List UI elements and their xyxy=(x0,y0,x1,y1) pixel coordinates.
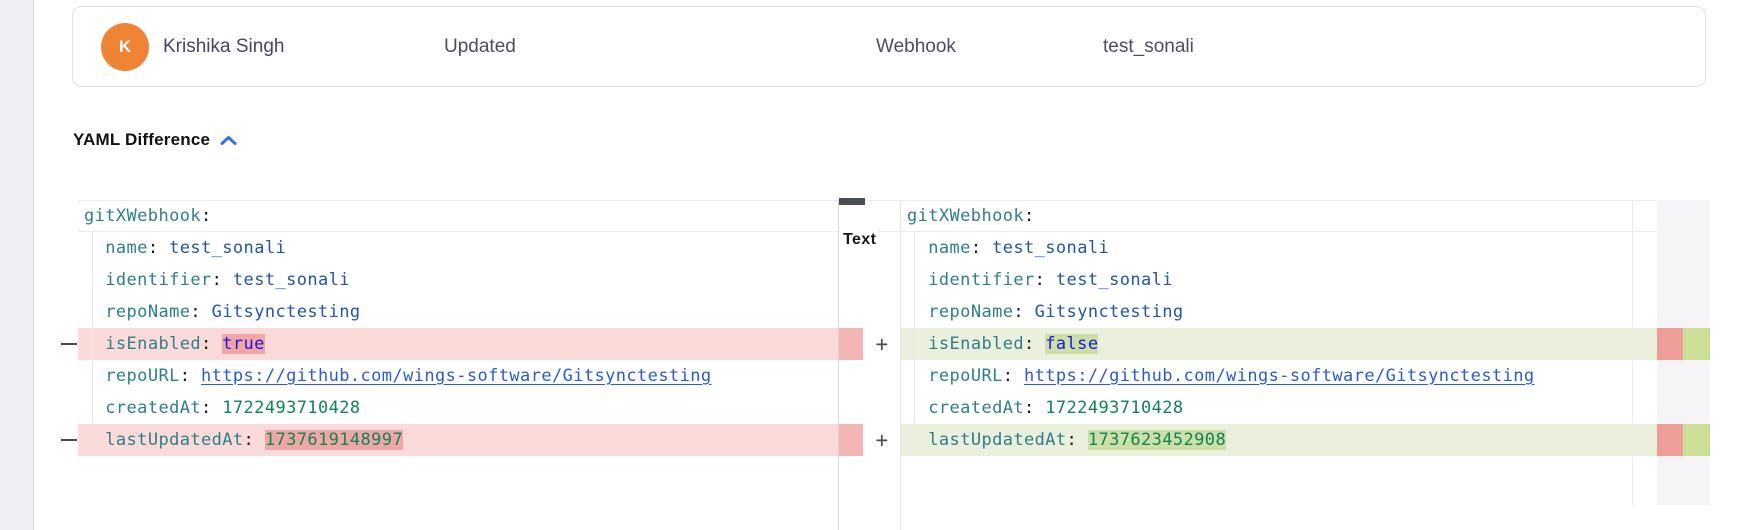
yaml-key: repoURL xyxy=(105,366,179,386)
yaml-colon: : xyxy=(148,238,159,258)
yaml-colon: : xyxy=(244,430,255,450)
yaml-key: gitXWebhook xyxy=(84,206,201,226)
removed-line-marker xyxy=(61,343,77,345)
yaml-key: name xyxy=(105,238,148,258)
yaml-colon: : xyxy=(1003,366,1014,386)
code-line: createdAt: 1722493710428 xyxy=(78,392,838,424)
code-line: gitXWebhook: xyxy=(78,200,838,232)
yaml-colon: : xyxy=(1035,270,1046,290)
audit-resource-type: Webhook xyxy=(876,7,956,86)
audit-resource-name: test_sonali xyxy=(1103,7,1194,86)
yaml-colon: : xyxy=(201,398,212,418)
code-line: repoURL: https://github.com/wings-softwa… xyxy=(901,360,1657,392)
chevron-up-icon[interactable] xyxy=(220,135,237,146)
code-line: repoURL: https://github.com/wings-softwa… xyxy=(78,360,838,392)
yaml-colon: : xyxy=(971,238,982,258)
yaml-value: test_sonali xyxy=(1056,270,1173,290)
code-line: identifier: test_sonali xyxy=(901,264,1657,296)
yaml-colon: : xyxy=(201,334,212,354)
diff-mode-label[interactable]: Text xyxy=(841,230,878,250)
code-line: name: test_sonali xyxy=(78,232,838,264)
yaml-key: identifier xyxy=(928,270,1034,290)
code-line: gitXWebhook: xyxy=(901,200,1657,232)
removed-line-marker xyxy=(61,439,77,441)
yaml-key: identifier xyxy=(105,270,211,290)
indent-guide xyxy=(92,232,93,424)
yaml-key: createdAt xyxy=(928,398,1024,418)
yaml-value: 1722493710428 xyxy=(1045,398,1183,418)
yaml-key: lastUpdatedAt xyxy=(928,430,1066,450)
audit-action: Updated xyxy=(444,7,516,86)
yaml-value: 1737623452908 xyxy=(1088,430,1226,450)
yaml-value: test_sonali xyxy=(992,238,1109,258)
yaml-value: Gitsynctesting xyxy=(1035,302,1184,322)
yaml-value: test_sonali xyxy=(233,270,350,290)
audit-user-name: Krishika Singh xyxy=(163,7,284,86)
yaml-value-link[interactable]: https://github.com/wings-software/Gitsyn… xyxy=(1024,366,1534,386)
yaml-value-link[interactable]: https://github.com/wings-software/Gitsyn… xyxy=(201,366,711,386)
editor-edge-line xyxy=(1632,200,1633,505)
yaml-diff-editor: gitXWebhook: name: test_sonali identifie… xyxy=(60,200,1710,530)
audit-row-card[interactable]: K Krishika Singh Updated Webhook test_so… xyxy=(72,6,1706,87)
added-line-marker: + xyxy=(868,424,896,456)
added-line-marker: + xyxy=(868,328,896,360)
yaml-colon: : xyxy=(1024,206,1035,226)
code-line: lastUpdatedAt: 1737623452908 xyxy=(901,424,1657,456)
code-line: lastUpdatedAt: 1737619148997 xyxy=(78,424,838,456)
yaml-value: true xyxy=(222,334,265,354)
ruler-mark-added xyxy=(1683,328,1710,360)
code-line: repoName: Gitsynctesting xyxy=(78,296,838,328)
ruler-mark-removed xyxy=(1657,424,1683,456)
yaml-key: isEnabled xyxy=(928,334,1024,354)
code-line: createdAt: 1722493710428 xyxy=(901,392,1657,424)
indent-guide xyxy=(914,232,915,424)
diff-pane-original[interactable]: gitXWebhook: name: test_sonali identifie… xyxy=(78,200,838,530)
yaml-key: repoURL xyxy=(928,366,1002,386)
yaml-difference-title: YAML Difference xyxy=(73,130,210,150)
code-line: name: test_sonali xyxy=(901,232,1657,264)
yaml-colon: : xyxy=(1024,398,1035,418)
yaml-colon: : xyxy=(180,366,191,386)
yaml-colon: : xyxy=(212,270,223,290)
yaml-colon: : xyxy=(201,206,212,226)
yaml-key: gitXWebhook xyxy=(907,206,1024,226)
diff-pane-modified[interactable]: gitXWebhook: name: test_sonali identifie… xyxy=(900,200,1657,530)
yaml-colon: : xyxy=(1067,430,1078,450)
code-line: identifier: test_sonali xyxy=(78,264,838,296)
avatar: K xyxy=(101,23,149,71)
yaml-key: name xyxy=(928,238,971,258)
yaml-value: 1722493710428 xyxy=(222,398,360,418)
yaml-colon: : xyxy=(1024,334,1035,354)
yaml-key: isEnabled xyxy=(105,334,201,354)
yaml-value: Gitsynctesting xyxy=(212,302,361,322)
code-line: isEnabled: true xyxy=(78,328,838,360)
yaml-key: lastUpdatedAt xyxy=(105,430,243,450)
yaml-colon: : xyxy=(1013,302,1024,322)
code-line: repoName: Gitsynctesting xyxy=(901,296,1657,328)
ruler-mark-removed xyxy=(839,328,863,360)
yaml-colon: : xyxy=(190,302,201,322)
yaml-value: test_sonali xyxy=(169,238,286,258)
ruler-mark-removed xyxy=(1657,328,1683,360)
yaml-value: 1737619148997 xyxy=(265,430,403,450)
ruler-mark-removed xyxy=(839,424,863,456)
page-gutter xyxy=(0,0,34,530)
yaml-key: createdAt xyxy=(105,398,201,418)
overview-cursor-marker[interactable] xyxy=(839,198,865,205)
yaml-key: repoName xyxy=(105,302,190,322)
avatar-initial: K xyxy=(119,37,131,57)
ruler-mark-added xyxy=(1683,424,1710,456)
code-line: isEnabled: false xyxy=(901,328,1657,360)
yaml-key: repoName xyxy=(928,302,1013,322)
yaml-difference-header: YAML Difference xyxy=(73,130,237,150)
yaml-value: false xyxy=(1045,334,1098,354)
